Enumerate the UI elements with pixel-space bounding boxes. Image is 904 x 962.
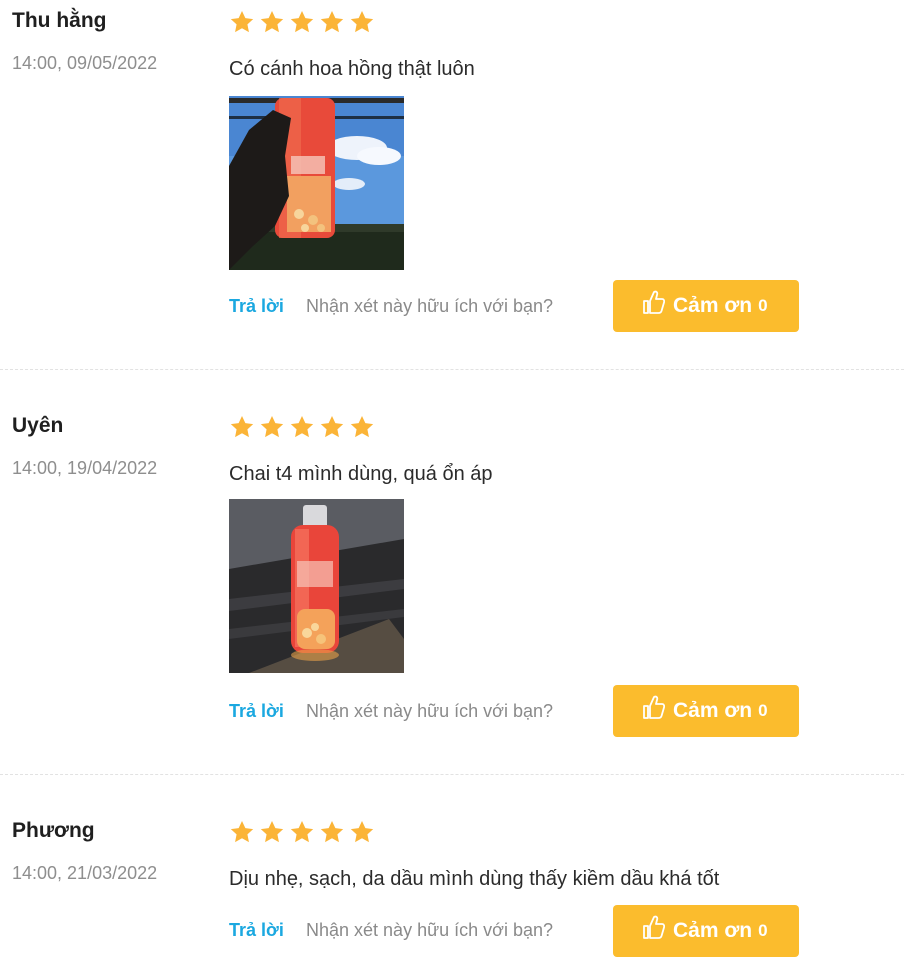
star-icon [290, 415, 314, 438]
star-icon [260, 415, 284, 438]
review-date: 14:00, 09/05/2022 [12, 53, 158, 73]
review-author: Thu hằng [12, 9, 107, 32]
helpful-question: Nhận xét này hữu ích với bạn? [306, 296, 553, 316]
star-icon [320, 10, 344, 33]
star-icon [290, 820, 314, 843]
review-date: 14:00, 19/04/2022 [12, 458, 158, 478]
review-item: Uyên 14:00, 19/04/2022 Chai t4 mình dùng… [0, 369, 904, 774]
review-author: Uyên [12, 414, 64, 437]
reply-link[interactable]: Trả lời [229, 701, 284, 722]
rating-stars [229, 819, 375, 845]
thanks-label: Cảm ơn [673, 699, 753, 722]
thanks-label: Cảm ơn [673, 919, 753, 942]
star-icon [350, 10, 374, 33]
reply-link[interactable]: Trả lời [229, 920, 284, 941]
helpful-question: Nhận xét này hữu ích với bạn? [306, 920, 553, 940]
star-icon [260, 10, 284, 33]
thumbs-up-icon [643, 915, 665, 939]
helpful-question: Nhận xét này hữu ích với bạn? [306, 701, 553, 721]
rating-stars [229, 9, 375, 35]
rating-stars [229, 414, 375, 440]
review-photo[interactable] [229, 499, 404, 673]
thanks-count: 0 [758, 921, 768, 940]
thanks-count: 0 [758, 701, 768, 720]
star-icon [350, 820, 374, 843]
star-icon [320, 820, 344, 843]
thanks-button[interactable]: Cảm ơn 0 [613, 280, 799, 332]
thanks-label: Cảm ơn [673, 294, 753, 317]
thanks-count: 0 [758, 296, 768, 315]
star-icon [260, 820, 284, 843]
star-icon [290, 10, 314, 33]
review-item: Phương 14:00, 21/03/2022 Dịu nhẹ, sạch, … [0, 774, 904, 962]
thanks-button[interactable]: Cảm ơn 0 [613, 685, 799, 737]
star-icon [350, 415, 374, 438]
review-photo[interactable] [229, 96, 404, 270]
star-icon [230, 10, 254, 33]
review-item: Thu hằng 14:00, 09/05/2022 Có cánh hoa h… [0, 0, 904, 369]
review-comment: Chai t4 mình dùng, quá ổn áp [229, 463, 493, 485]
review-comment: Có cánh hoa hồng thật luôn [229, 58, 475, 80]
review-date: 14:00, 21/03/2022 [12, 863, 158, 883]
star-icon [320, 415, 344, 438]
review-comment: Dịu nhẹ, sạch, da dầu mình dùng thấy kiề… [229, 868, 720, 890]
thanks-button[interactable]: Cảm ơn 0 [613, 905, 799, 957]
star-icon [230, 415, 254, 438]
reply-link[interactable]: Trả lời [229, 296, 284, 317]
star-icon [230, 820, 254, 843]
thumbs-up-icon [643, 695, 665, 719]
thumbs-up-icon [643, 290, 665, 314]
review-author: Phương [12, 819, 95, 842]
